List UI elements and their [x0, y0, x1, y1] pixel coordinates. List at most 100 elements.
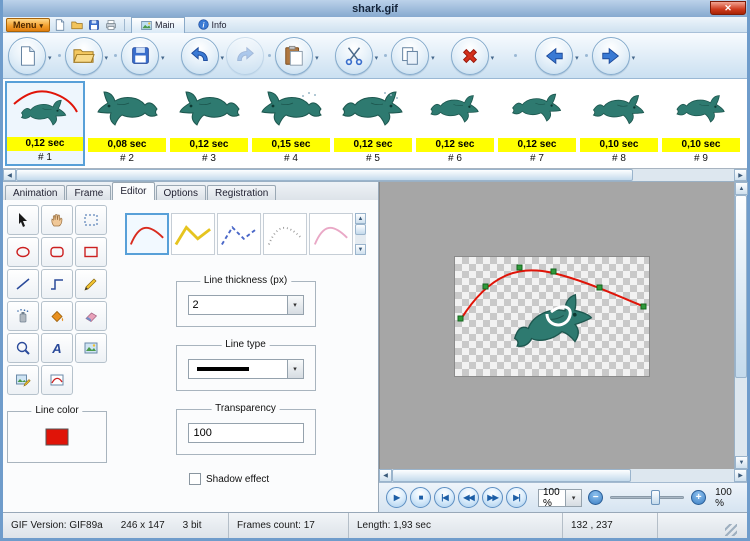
zoom-out-button[interactable]: −: [588, 490, 604, 505]
slider-track[interactable]: [610, 496, 685, 499]
polyline-tool[interactable]: [41, 269, 73, 299]
chevron-down-icon[interactable]: [286, 360, 303, 378]
redo-button[interactable]: [226, 36, 265, 75]
cut-button[interactable]: [334, 36, 373, 75]
image-tool[interactable]: [75, 333, 107, 363]
save-dropdown-arrow[interactable]: [159, 47, 167, 65]
tab-main[interactable]: Main: [131, 16, 185, 33]
open-icon[interactable]: [70, 18, 84, 32]
frame-item[interactable]: 0,12 sec # 6: [415, 81, 495, 166]
pencil-tool[interactable]: [75, 269, 107, 299]
scroll-left-arrow[interactable]: [379, 469, 392, 482]
ellipse-tool[interactable]: [7, 237, 39, 267]
copy-button[interactable]: [391, 36, 430, 75]
next-frame-button[interactable]: ▶▶: [482, 487, 503, 508]
stop-button[interactable]: ■: [410, 487, 431, 508]
line-thickness-select[interactable]: 2: [187, 295, 304, 315]
chevron-down-icon[interactable]: [286, 296, 303, 314]
rectangle-tool[interactable]: [75, 237, 107, 267]
scroll-left-arrow[interactable]: [3, 169, 16, 181]
open-button[interactable]: [64, 36, 103, 75]
line-style-solid-curve[interactable]: [125, 213, 169, 255]
scroll-thumb[interactable]: [735, 195, 747, 378]
line-style-dashed-polyline[interactable]: [217, 213, 261, 255]
marquee-tool[interactable]: [75, 205, 107, 235]
frame-item[interactable]: 0,08 sec # 2: [87, 81, 167, 166]
line-color-swatch[interactable]: [45, 428, 69, 446]
frame-item[interactable]: 0,10 sec # 8: [579, 81, 659, 166]
back-dropdown-arrow[interactable]: [573, 47, 581, 65]
close-button[interactable]: ✕: [710, 1, 746, 15]
undo-button[interactable]: [180, 36, 219, 75]
transparency-input[interactable]: 100: [187, 423, 304, 443]
tab-animation[interactable]: Animation: [5, 185, 66, 200]
spray-tool[interactable]: [7, 301, 39, 331]
select-tool[interactable]: [7, 205, 39, 235]
new-dropdown-arrow[interactable]: [46, 47, 54, 65]
chevron-down-icon[interactable]: [565, 489, 582, 506]
paste-dropdown-arrow[interactable]: [313, 47, 321, 65]
first-frame-button[interactable]: |◀: [434, 487, 455, 508]
cut-dropdown-arrow[interactable]: [373, 47, 381, 65]
back-button[interactable]: [535, 36, 574, 75]
delete-button[interactable]: [450, 36, 489, 75]
scroll-thumb[interactable]: [392, 469, 632, 482]
scroll-thumb[interactable]: [16, 169, 634, 181]
zoom-tool[interactable]: [7, 333, 39, 363]
scroll-up-arrow[interactable]: [355, 213, 366, 224]
tab-info[interactable]: i Info: [188, 17, 237, 33]
tab-editor[interactable]: Editor: [112, 182, 155, 200]
scroll-down-arrow[interactable]: [355, 244, 366, 255]
new-icon[interactable]: [53, 18, 67, 32]
frame-item[interactable]: 0,12 sec # 1: [5, 81, 85, 166]
picture-tool[interactable]: [41, 365, 73, 395]
shadow-effect-checkbox[interactable]: [189, 473, 201, 485]
scroll-up-arrow[interactable]: [735, 182, 748, 195]
tab-options[interactable]: Options: [155, 185, 206, 200]
save-icon[interactable]: [87, 18, 101, 32]
text-tool[interactable]: A: [41, 333, 73, 363]
frame-item[interactable]: 0,12 sec # 5: [333, 81, 413, 166]
frame-item[interactable]: 0,12 sec # 3: [169, 81, 249, 166]
tab-registration[interactable]: Registration: [206, 185, 277, 200]
title-bar[interactable]: shark.gif ✕: [3, 0, 747, 17]
scroll-thumb[interactable]: [355, 224, 366, 235]
canvas-image[interactable]: [454, 256, 650, 377]
line-style-soft-curve[interactable]: [309, 213, 353, 255]
fill-tool[interactable]: [41, 301, 73, 331]
line-style-scrollbar[interactable]: [355, 213, 366, 255]
forward-dropdown-arrow[interactable]: [630, 47, 638, 65]
scroll-track[interactable]: [16, 169, 734, 181]
slider-thumb[interactable]: [650, 490, 660, 505]
scroll-down-arrow[interactable]: [735, 456, 748, 469]
canvas-vertical-scrollbar[interactable]: [734, 182, 748, 469]
copy-dropdown-arrow[interactable]: [429, 47, 437, 65]
line-tool[interactable]: [7, 269, 39, 299]
save-button[interactable]: [121, 36, 160, 75]
edit-image-tool[interactable]: [7, 365, 39, 395]
scroll-right-arrow[interactable]: [734, 169, 747, 181]
delete-dropdown-arrow[interactable]: [489, 47, 497, 65]
forward-button[interactable]: [591, 36, 630, 75]
previous-frame-button[interactable]: ◀◀: [458, 487, 479, 508]
undo-dropdown-arrow[interactable]: [219, 47, 227, 65]
frame-item[interactable]: 0,15 sec # 4: [251, 81, 331, 166]
menu-button[interactable]: Menu: [6, 17, 51, 32]
canvas-horizontal-scrollbar[interactable]: [379, 469, 747, 482]
zoom-select[interactable]: 100 %: [538, 487, 583, 509]
new-button[interactable]: [8, 36, 46, 75]
frame-item[interactable]: 0,10 sec # 9: [661, 81, 741, 166]
tab-frame[interactable]: Frame: [66, 185, 112, 200]
frame-item[interactable]: 0,12 sec # 7: [497, 81, 577, 166]
pan-tool[interactable]: [41, 205, 73, 235]
last-frame-button[interactable]: ▶|: [506, 487, 527, 508]
scroll-right-arrow[interactable]: [734, 469, 747, 482]
line-type-select[interactable]: [187, 359, 304, 379]
edit-canvas[interactable]: [379, 182, 734, 469]
resize-grip[interactable]: [725, 524, 737, 536]
line-style-solid-polyline[interactable]: [171, 213, 215, 255]
open-dropdown-arrow[interactable]: [103, 47, 111, 65]
frames-scrollbar[interactable]: [3, 169, 747, 182]
zoom-slider[interactable]: [610, 490, 685, 505]
play-button[interactable]: ▶: [386, 487, 407, 508]
